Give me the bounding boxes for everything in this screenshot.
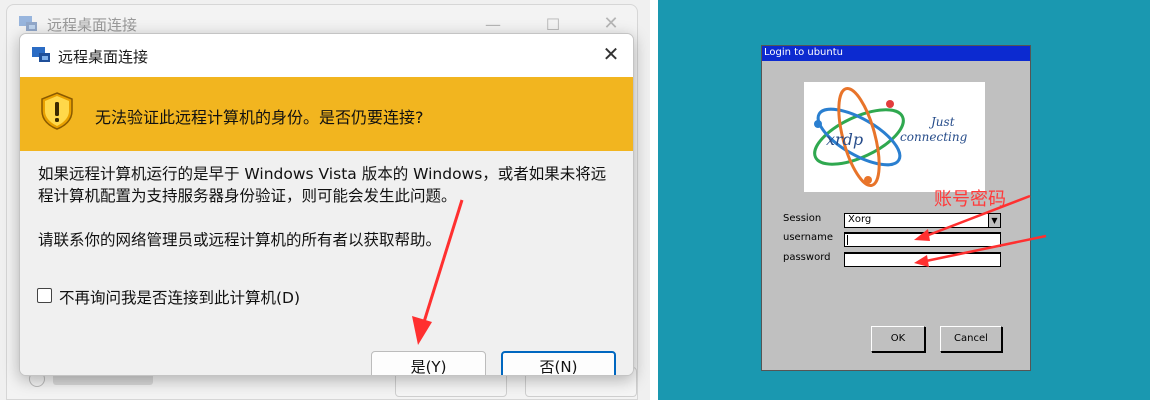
close-icon[interactable]: ✕	[601, 13, 621, 34]
maximize-icon[interactable]: ☐	[543, 15, 563, 34]
xrdp-titlebar: Login to ubuntu	[762, 46, 1030, 61]
xrdp-screenshot: Login to ubuntu xrdp Just connecting Ses…	[658, 0, 1150, 400]
username-input[interactable]	[844, 232, 1001, 247]
ok-button[interactable]: OK	[871, 326, 925, 352]
dialog-titlebar: 远程桌面连接 ✕	[20, 34, 633, 77]
xrdp-logo: xrdp Just connecting	[804, 82, 985, 192]
dropdown-arrow-icon[interactable]: ▼	[988, 214, 1000, 227]
dialog-body: 如果远程计算机运行的是早于 Windows Vista 版本的 Windows，…	[20, 151, 633, 375]
help-text: 请联系你的网络管理员或远程计算机的所有者以获取帮助。	[38, 231, 442, 249]
password-input[interactable]	[844, 252, 1001, 267]
remote-desktop-icon	[32, 47, 50, 62]
logo-just-text: Just	[931, 115, 955, 129]
text-caret	[847, 235, 848, 245]
dialog-title: 远程桌面连接	[58, 48, 149, 66]
yes-button[interactable]: 是(Y)	[371, 351, 486, 375]
dont-ask-checkbox[interactable]	[37, 288, 52, 303]
warning-message: 无法验证此远程计算机的身份。是否仍要连接?	[95, 108, 424, 127]
session-select[interactable]: Xorg ▼	[844, 213, 1001, 228]
cancel-button[interactable]: Cancel	[940, 326, 1002, 352]
dont-ask-label: 不再询问我是否连接到此计算机(D)	[59, 289, 301, 307]
xrdp-window-title: Login to ubuntu	[764, 47, 843, 58]
annotation-label: 账号密码	[934, 189, 1006, 210]
remote-desktop-icon	[19, 16, 37, 31]
minimize-icon[interactable]: —	[483, 15, 503, 34]
warning-banner: 无法验证此远程计算机的身份。是否仍要连接?	[20, 77, 633, 151]
no-button[interactable]: 否(N)	[501, 351, 616, 375]
explanation-text: 如果远程计算机运行的是早于 Windows Vista 版本的 Windows，…	[38, 165, 607, 205]
session-label: Session	[783, 213, 822, 224]
logo-xrdp-text: xrdp	[826, 130, 864, 149]
session-value: Xorg	[848, 214, 872, 225]
username-label: username	[783, 232, 833, 243]
logo-connecting-text: connecting	[900, 130, 968, 144]
shield-warning-icon	[41, 92, 73, 130]
rdp-screenshot: 远程桌面连接 — ☐ ✕ 远程桌面连接 ✕ 无法验证此远程计算机的身份。是否仍要…	[0, 0, 650, 400]
close-icon[interactable]: ✕	[598, 42, 624, 66]
security-warning-dialog: 远程桌面连接 ✕ 无法验证此远程计算机的身份。是否仍要连接? 如果远程计算机运行…	[19, 33, 634, 376]
password-label: password	[783, 252, 831, 263]
background-window-title: 远程桌面连接	[47, 16, 138, 34]
